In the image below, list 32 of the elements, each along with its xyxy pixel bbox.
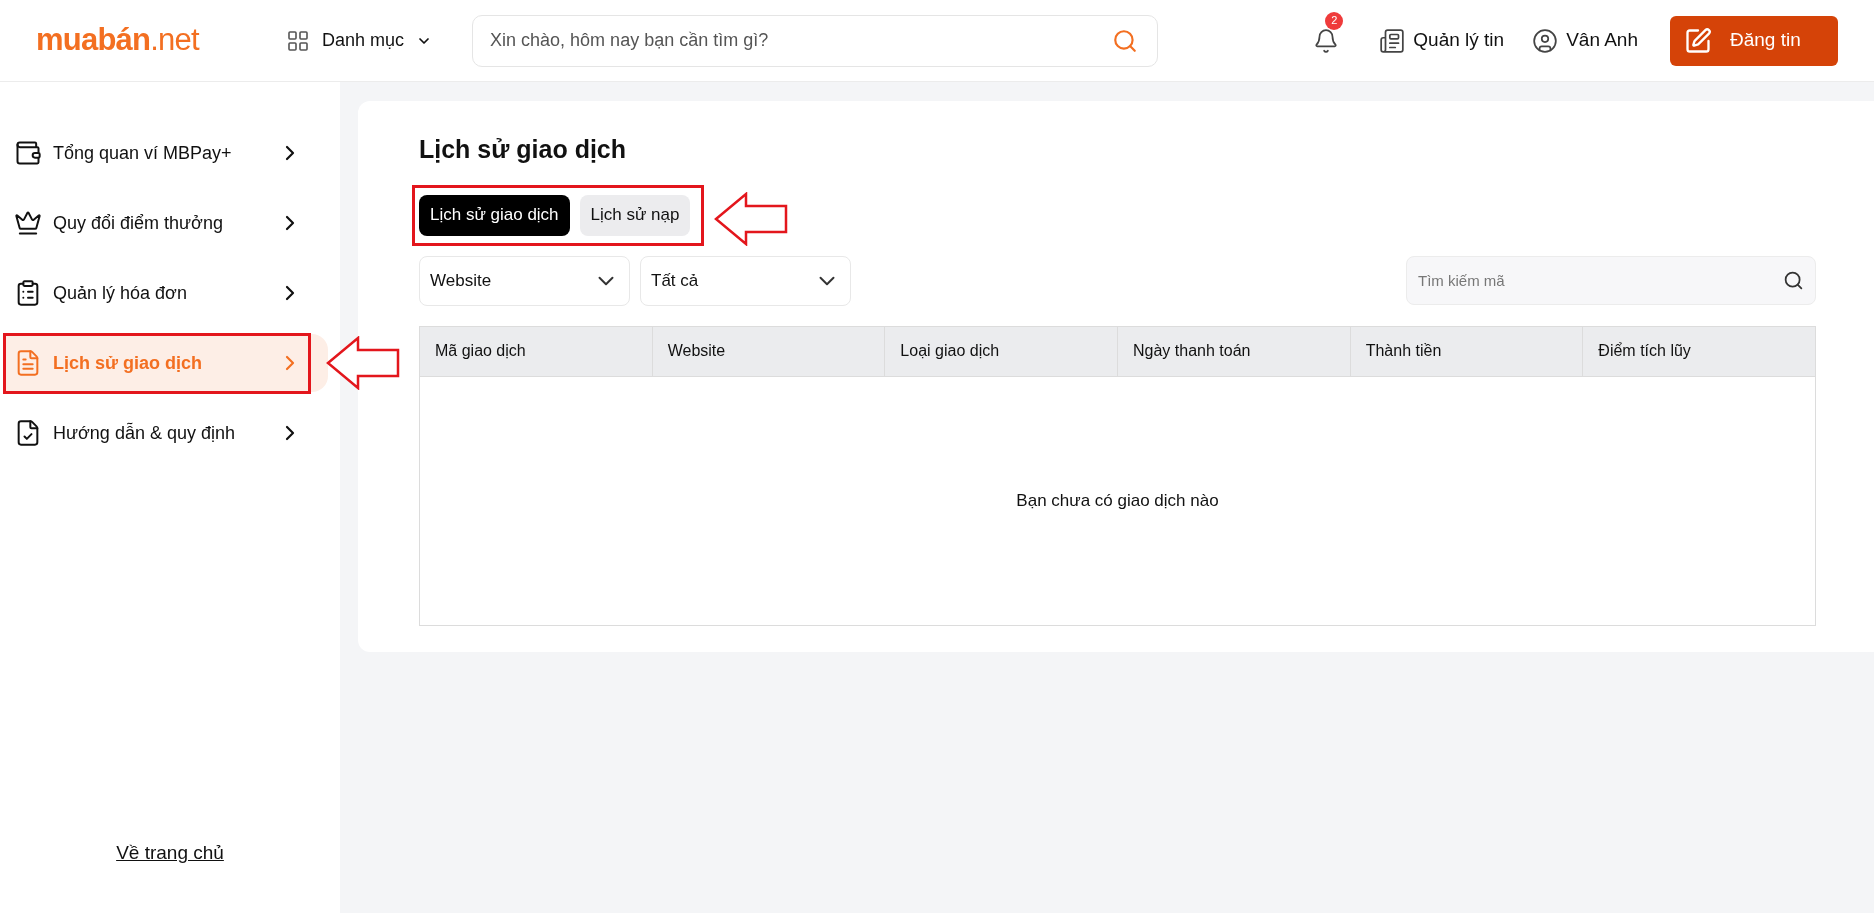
column-header: Thành tiền	[1349, 326, 1583, 376]
crown-icon	[14, 209, 42, 237]
search-field[interactable]: Xin chào, hôm nay bạn cần tìm gì?	[472, 14, 1159, 67]
sidebar-item[interactable]: Quản lý hóa đơn	[4, 264, 328, 322]
column-header: Điểm tích lũy	[1582, 326, 1816, 376]
user-menu[interactable]: Vân Anh	[1532, 26, 1638, 55]
grid-icon	[286, 28, 310, 53]
notification-badge: 2	[1325, 11, 1344, 30]
manage-posts-link[interactable]: Quản lý tin	[1379, 26, 1505, 55]
column-header: Ngày thanh toán	[1117, 326, 1350, 376]
column-header: Mã giao dịch	[434, 341, 527, 361]
empty-message: Bạn chưa có giao dịch nào	[1016, 489, 1219, 512]
document-list-icon	[1379, 27, 1406, 54]
category-menu-button[interactable]: Danh mục	[286, 27, 433, 54]
wallet-icon	[14, 139, 42, 167]
tab[interactable]: Lịch sử nạp	[579, 194, 691, 236]
user-icon	[1532, 27, 1559, 54]
post-ad-button[interactable]: Đăng tin	[1670, 15, 1838, 66]
sidebar-item[interactable]: Quy đổi điểm thưởng	[4, 194, 328, 252]
home-link[interactable]: Về trang chủ	[116, 838, 224, 867]
tab[interactable]: Lịch sử giao dịch	[419, 194, 570, 236]
code-search-field[interactable]: Tìm kiếm mã	[1406, 256, 1816, 305]
page-title: Lịch sử giao dịch	[419, 134, 628, 165]
column-header: Loại giao dịch	[884, 326, 1117, 376]
search-icon[interactable]	[1783, 270, 1804, 291]
sidebar-item[interactable]: Tổng quan ví MBPay+	[4, 124, 328, 182]
notification-bell-icon[interactable]	[1313, 27, 1340, 54]
column-header: Website	[651, 326, 885, 376]
edit-icon	[1684, 26, 1712, 55]
filter-dropdown[interactable]: Tất cả	[640, 255, 851, 306]
sidebar-item[interactable]: Hướng dẫn & quy định	[4, 404, 328, 462]
filter-dropdown[interactable]: Website	[419, 255, 630, 306]
